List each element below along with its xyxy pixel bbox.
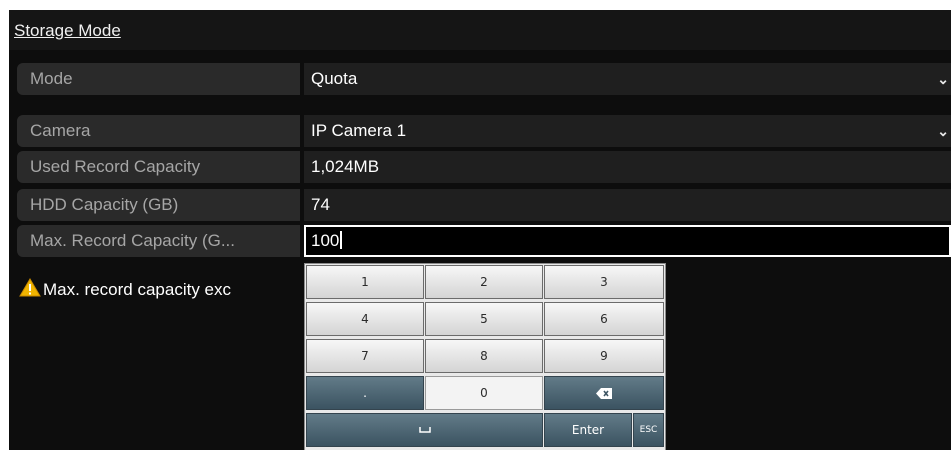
mode-row: Mode Quota ⌄ <box>17 63 951 95</box>
hdd-capacity-label: HDD Capacity (GB) <box>17 189 300 221</box>
key-7[interactable]: 7 <box>306 339 424 373</box>
mode-select[interactable]: Quota ⌄ <box>304 63 951 95</box>
key-3[interactable]: 3 <box>544 265 664 299</box>
chevron-down-icon[interactable]: ⌄ <box>937 63 949 95</box>
key-6[interactable]: 6 <box>544 302 664 336</box>
warning-message: Max. record capacity exc <box>19 278 231 300</box>
text-cursor <box>340 231 343 249</box>
key-5[interactable]: 5 <box>425 302 543 336</box>
camera-select[interactable]: IP Camera 1 ⌄ <box>304 115 951 147</box>
space-key[interactable] <box>306 413 543 447</box>
camera-row: Camera IP Camera 1 ⌄ <box>17 115 951 147</box>
panel-title: Storage Mode <box>14 21 121 40</box>
max-capacity-label: Max. Record Capacity (G... <box>17 225 300 257</box>
enter-key[interactable]: Enter <box>544 413 632 447</box>
numeric-keypad: 1 2 3 4 5 6 7 8 9 . 0 Enter ESC <box>304 263 666 450</box>
space-bar-icon <box>418 427 431 433</box>
key-9[interactable]: 9 <box>544 339 664 373</box>
hdd-capacity-row: HDD Capacity (GB) 74 <box>17 189 951 221</box>
mode-value: Quota <box>311 69 358 88</box>
used-capacity-label: Used Record Capacity <box>17 151 300 183</box>
backspace-icon <box>596 387 612 399</box>
mode-label: Mode <box>17 63 300 95</box>
key-1[interactable]: 1 <box>306 265 424 299</box>
used-capacity-row: Used Record Capacity 1,024MB <box>17 151 951 183</box>
max-capacity-value: 100 <box>311 231 340 250</box>
key-dot[interactable]: . <box>306 376 424 410</box>
used-capacity-value: 1,024MB <box>304 151 951 183</box>
backspace-key[interactable] <box>544 376 664 410</box>
key-4[interactable]: 4 <box>306 302 424 336</box>
hdd-capacity-value: 74 <box>304 189 951 221</box>
key-8[interactable]: 8 <box>425 339 543 373</box>
key-2[interactable]: 2 <box>425 265 543 299</box>
key-0[interactable]: 0 <box>425 376 543 410</box>
max-capacity-row: Max. Record Capacity (G... 100 <box>17 225 951 257</box>
title-bar: Storage Mode <box>9 10 951 50</box>
warning-text: Max. record capacity exc <box>43 280 232 299</box>
warning-triangle-icon <box>19 278 41 297</box>
max-capacity-input[interactable]: 100 <box>304 225 951 257</box>
storage-mode-panel: Storage Mode Mode Quota ⌄ Camera IP Came… <box>9 10 951 450</box>
camera-value: IP Camera 1 <box>311 121 407 140</box>
chevron-down-icon[interactable]: ⌄ <box>937 115 949 147</box>
camera-label: Camera <box>17 115 300 147</box>
esc-key[interactable]: ESC <box>633 413 664 447</box>
